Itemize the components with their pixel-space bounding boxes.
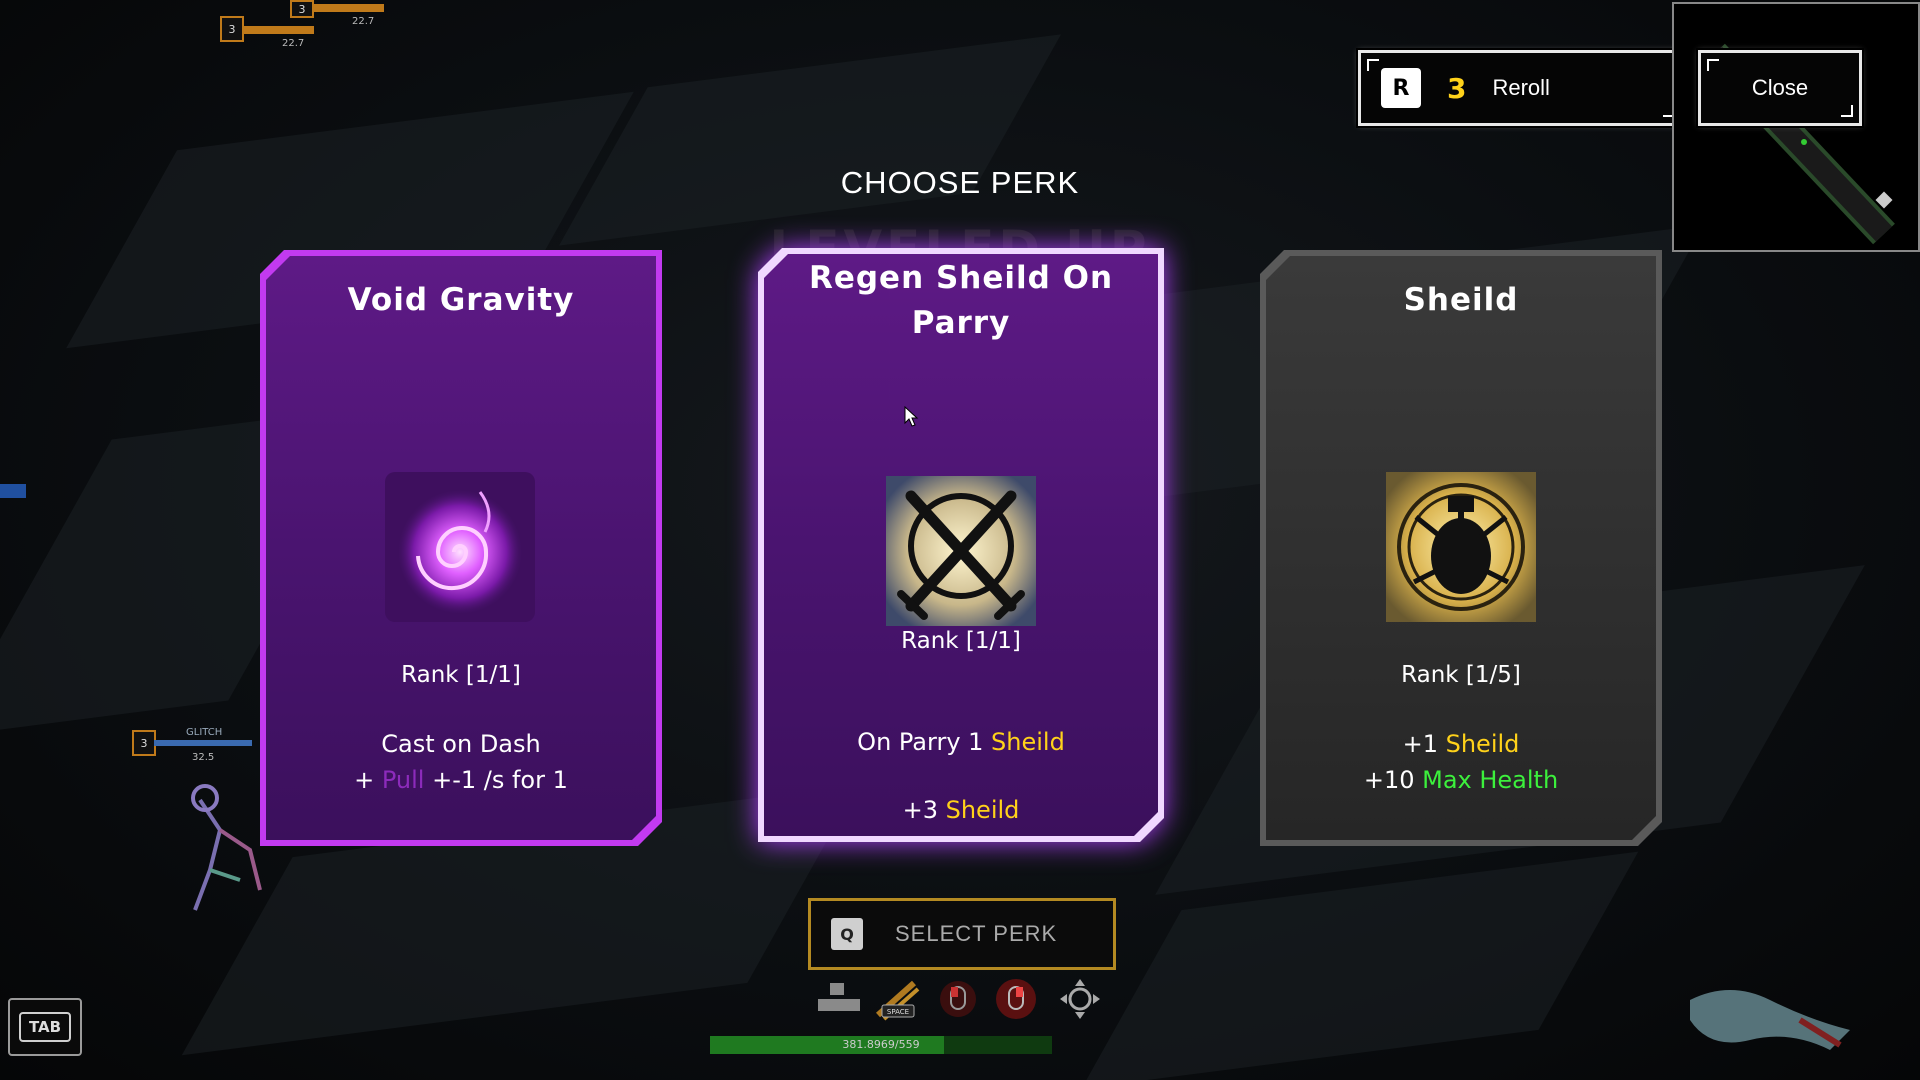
offscreen-indicator <box>0 484 26 498</box>
perk-title: Void Gravity <box>347 282 575 318</box>
perk-title: Regen Sheild On Parry <box>808 260 1114 341</box>
desc-line-2: +10 Max Health <box>1363 766 1559 794</box>
reroll-button[interactable]: R 3 Reroll <box>1358 50 1684 126</box>
crossed-swords-icon <box>886 476 1036 626</box>
move-icon <box>1056 975 1104 1023</box>
void-swirl-icon <box>385 472 535 622</box>
minimap[interactable] <box>1672 2 1920 252</box>
mouse-cursor <box>904 406 919 427</box>
max-health-keyword: Max Health <box>1422 766 1559 794</box>
perk-card-void-gravity[interactable]: Void Gravity Rank [1/1] Cast on Dash + P… <box>260 250 662 846</box>
minimap-path <box>1703 43 1895 245</box>
perk-title: Sheild <box>1403 282 1519 318</box>
sheild-keyword: Sheild <box>991 728 1065 756</box>
health-bar <box>314 4 384 12</box>
health-bar <box>244 26 314 34</box>
mouse-left-icon <box>934 975 982 1023</box>
fallen-enemy <box>1690 990 1850 1050</box>
perk-description: On Parry 1 Sheild +3 Sheild <box>764 724 1158 828</box>
reroll-label: Reroll <box>1492 75 1550 100</box>
tab-label: TAB <box>18 1012 72 1042</box>
desc-line-2: + Pull +-1 /s for 1 <box>354 766 568 794</box>
tab-button[interactable]: TAB <box>8 998 82 1056</box>
space-key-label: SPACE <box>887 1008 909 1016</box>
close-label: Close <box>1751 75 1809 100</box>
perk-card-regen-sheild-on-parry[interactable]: Regen Sheild On Parry Rank [1/1] On Parr… <box>758 248 1164 842</box>
select-perk-button[interactable]: Q SELECT PERK <box>808 898 1116 970</box>
page-title: CHOOSE PERK <box>840 165 1080 200</box>
xp-bar: 381.8969/559 <box>710 1036 1052 1054</box>
shield-beetle-icon <box>1386 472 1536 622</box>
perk-rank: Rank [1/5] <box>1401 662 1521 688</box>
select-key: Q <box>831 918 863 950</box>
desc-line-1: Cast on Dash <box>381 730 541 758</box>
desc-line-1: On Parry 1 Sheild <box>857 728 1065 756</box>
desc-line-2: +3 Sheild <box>902 796 1020 824</box>
perk-rank: Rank [1/1] <box>401 662 521 688</box>
pull-keyword: Pull <box>381 766 425 794</box>
mouse-right-icon <box>992 975 1040 1023</box>
enemy-name: GLITCH <box>186 727 223 738</box>
close-button[interactable]: Close <box>1698 50 1862 126</box>
level-badge: 3 <box>132 730 156 756</box>
dash-space-icon: SPACE <box>874 975 922 1023</box>
level-badge: 3 <box>220 16 244 42</box>
reroll-count: 3 <box>1447 71 1467 105</box>
sheild-keyword: Sheild <box>1445 730 1520 758</box>
level-badge: 3 <box>290 0 314 18</box>
select-label: SELECT PERK <box>895 921 1058 946</box>
perk-rank: Rank [1/1] <box>901 628 1021 654</box>
health-bar <box>154 740 252 746</box>
health-value: 32.5 <box>192 752 215 763</box>
desc-line-1: +1 Sheild <box>1402 730 1520 758</box>
reroll-key: R <box>1381 68 1421 108</box>
blocks-icon <box>814 975 862 1023</box>
xp-text: 381.8969/559 <box>842 1038 920 1051</box>
health-value: 22.7 <box>282 38 305 49</box>
perk-description: Cast on Dash + Pull +-1 /s for 1 <box>266 726 656 798</box>
sheild-keyword: Sheild <box>945 796 1020 824</box>
perk-description: +1 Sheild +10 Max Health <box>1266 726 1656 798</box>
perk-card-sheild[interactable]: Sheild Rank [1/5] +1 Sheild +10 Max Heal… <box>1260 250 1662 846</box>
health-value: 22.7 <box>352 16 375 27</box>
